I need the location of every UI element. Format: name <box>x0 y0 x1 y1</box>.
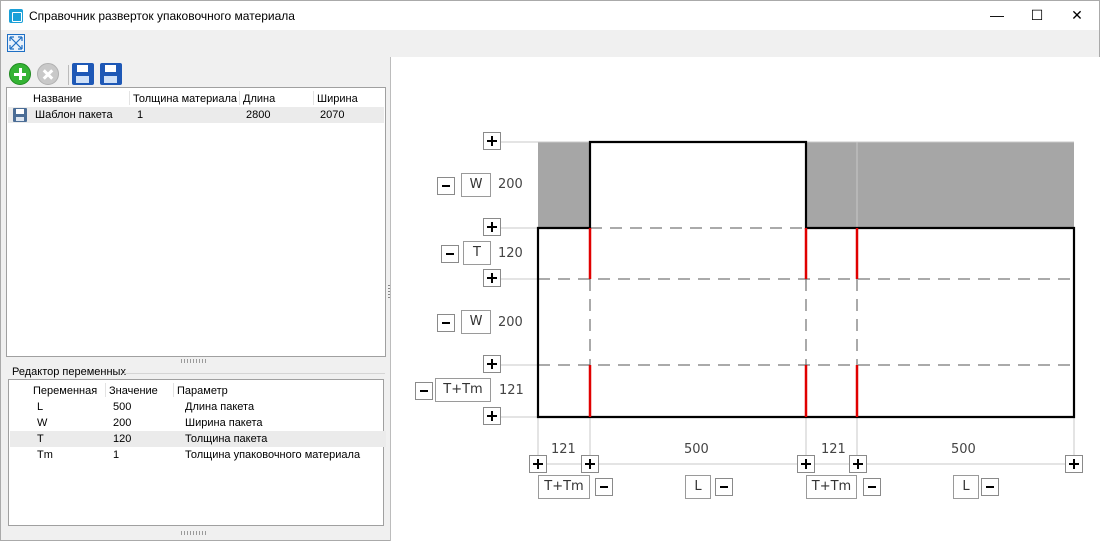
column-variable[interactable]: T+Tm <box>538 475 590 499</box>
zoom-fit-icon[interactable] <box>7 34 25 52</box>
remove-row-button[interactable] <box>441 245 459 263</box>
toolbar-separator <box>68 65 69 85</box>
variable-value[interactable]: 200 <box>113 417 131 429</box>
add-row-button[interactable] <box>483 218 501 236</box>
variable-name: Tm <box>37 449 53 461</box>
column-header-thickness[interactable]: Толщина материала <box>133 93 237 105</box>
add-column-button[interactable] <box>797 455 815 473</box>
save-icon[interactable] <box>72 63 94 85</box>
table-row[interactable]: T 120 Толщина пакета <box>10 431 386 447</box>
templates-toolbar <box>6 61 386 85</box>
app-window: Справочник разверток упаковочного матери… <box>0 0 1100 541</box>
column-dimension: 121 <box>821 442 846 457</box>
row-variable[interactable]: T <box>463 241 491 265</box>
add-column-button[interactable] <box>529 455 547 473</box>
variable-param: Ширина пакета <box>185 417 263 429</box>
group-divider <box>123 373 385 374</box>
document-icon <box>13 108 27 122</box>
variable-param: Толщина пакета <box>185 433 268 445</box>
row-variable[interactable]: W <box>461 310 491 334</box>
app-icon <box>9 9 23 23</box>
column-header-name[interactable]: Название <box>33 93 82 105</box>
row-variable[interactable]: T+Tm <box>435 378 491 402</box>
remove-row-button[interactable] <box>437 177 455 195</box>
add-row-button[interactable] <box>483 269 501 287</box>
column-dimension: 500 <box>951 442 976 457</box>
column-divider <box>129 91 130 105</box>
add-column-button[interactable] <box>581 455 599 473</box>
column-divider <box>105 383 106 397</box>
templates-table: Название Толщина материала Длина Ширина … <box>6 87 386 357</box>
template-length: 2800 <box>246 109 271 121</box>
column-header-length[interactable]: Длина <box>243 93 275 105</box>
close-button[interactable]: ✕ <box>1054 1 1100 30</box>
variable-param: Толщина упаковочного материала <box>185 449 361 461</box>
table-row[interactable]: L 500 Длина пакета <box>10 399 386 415</box>
delete-icon[interactable] <box>37 63 59 85</box>
red-cuts <box>588 228 859 417</box>
row-dimension: 200 <box>498 315 523 330</box>
template-thickness: 1 <box>137 109 144 121</box>
variable-value[interactable]: 500 <box>113 401 131 413</box>
column-variable[interactable]: T+Tm <box>806 475 857 499</box>
variable-value[interactable]: 1 <box>113 449 119 461</box>
splitter-handle[interactable] <box>181 359 207 363</box>
remove-column-button[interactable] <box>595 478 613 496</box>
row-dimension: 120 <box>498 246 523 261</box>
flap-left <box>538 142 590 228</box>
add-icon[interactable] <box>9 63 31 85</box>
variables-group-title: Редактор переменных <box>12 366 126 378</box>
row-dimension: 121 <box>499 383 524 398</box>
add-row-button[interactable] <box>483 355 501 373</box>
column-divider <box>239 91 240 105</box>
table-row[interactable]: Шаблон пакета 1 2800 2070 <box>8 107 384 123</box>
column-divider <box>313 91 314 105</box>
add-row-button[interactable] <box>483 132 501 150</box>
row-variable[interactable]: W <box>461 173 491 197</box>
remove-row-button[interactable] <box>437 314 455 332</box>
add-column-button[interactable] <box>849 455 867 473</box>
add-column-button[interactable] <box>1065 455 1083 473</box>
splitter-handle[interactable] <box>181 531 207 535</box>
variable-param: Длина пакета <box>185 401 255 413</box>
remove-column-button[interactable] <box>981 478 999 496</box>
window-title: Справочник разверток упаковочного матери… <box>29 9 295 23</box>
template-name: Шаблон пакета <box>35 109 113 121</box>
variable-name: T <box>37 433 44 445</box>
variable-name: W <box>37 417 48 429</box>
column-divider <box>173 383 174 397</box>
column-header-width[interactable]: Ширина <box>317 93 358 105</box>
column-dimension: 500 <box>684 442 709 457</box>
column-dimension: 121 <box>551 442 576 457</box>
remove-column-button[interactable] <box>715 478 733 496</box>
variable-name: L <box>37 401 44 413</box>
remove-column-button[interactable] <box>863 478 881 496</box>
table-row[interactable]: Tm 1 Толщина упаковочного материала <box>10 447 386 463</box>
template-width: 2070 <box>320 109 345 121</box>
main-toolbar <box>1 30 1099 57</box>
column-variable[interactable]: L <box>685 475 711 499</box>
left-panel: Название Толщина материала Длина Ширина … <box>3 57 387 541</box>
row-dimension: 200 <box>498 177 523 192</box>
unfold-drawing <box>501 140 1076 465</box>
drawing-canvas[interactable]: W 200 T 120 W 200 T+Tm 121 121 500 121 5… <box>390 57 1100 541</box>
column-variable[interactable]: L <box>953 475 979 499</box>
column-header-value[interactable]: Значение <box>109 385 158 397</box>
save-as-icon[interactable] <box>100 63 122 85</box>
remove-row-button[interactable] <box>415 382 433 400</box>
flap-right <box>806 142 1074 228</box>
title-bar: Справочник разверток упаковочного матери… <box>1 1 1099 30</box>
column-header-parameter[interactable]: Параметр <box>177 385 228 397</box>
variables-table: Переменная Значение Параметр L 500 Длина… <box>8 379 386 526</box>
table-row[interactable]: W 200 Ширина пакета <box>10 415 386 431</box>
column-header-variable[interactable]: Переменная <box>33 385 97 397</box>
add-row-button[interactable] <box>483 407 501 425</box>
variable-value[interactable]: 120 <box>113 433 131 445</box>
